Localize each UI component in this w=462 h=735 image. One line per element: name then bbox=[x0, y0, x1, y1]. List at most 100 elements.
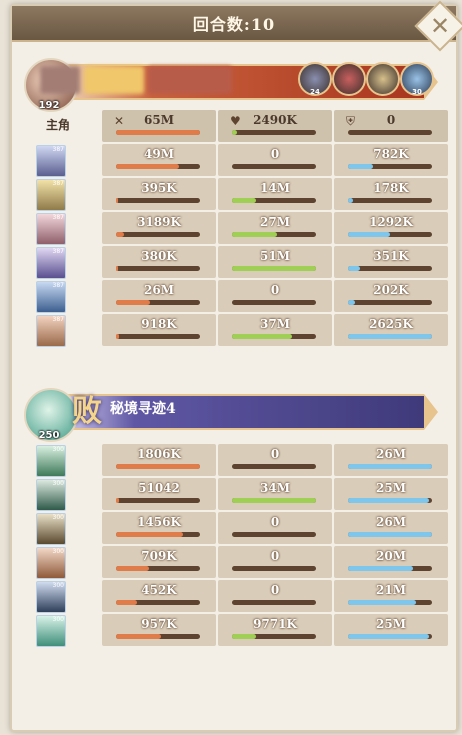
damage-value: 395K bbox=[141, 181, 177, 195]
hero-level: 300 bbox=[52, 616, 64, 623]
damage-bar bbox=[116, 164, 200, 169]
blurred-name-part bbox=[148, 66, 232, 94]
player-hero-row: 387 26M 0 202K bbox=[32, 280, 456, 313]
damage-value: 709K bbox=[141, 549, 177, 563]
player-hero-row: 387 918K 37M 2625K bbox=[32, 314, 456, 347]
heal-value: 0 bbox=[270, 549, 280, 563]
shield-cell: 782K bbox=[334, 144, 448, 176]
player-hero-row: 387 49M 0 782K bbox=[32, 144, 456, 177]
damage-value: 1806K bbox=[137, 447, 181, 461]
heal-bar bbox=[232, 634, 316, 639]
hero-avatar[interactable]: 387 bbox=[36, 281, 66, 313]
hero-level: 300 bbox=[52, 480, 64, 487]
hero-level: 387 bbox=[52, 214, 64, 221]
heal-value: 0 bbox=[270, 583, 280, 597]
shield-bar bbox=[348, 232, 432, 237]
heal-cell: 0 bbox=[218, 546, 332, 578]
damage-value: 380K bbox=[141, 249, 177, 263]
hero-avatar[interactable]: 387 bbox=[36, 145, 66, 177]
skill-icon-4[interactable]: 30 bbox=[400, 62, 434, 96]
damage-bar bbox=[116, 266, 200, 271]
damage-value: 918K bbox=[141, 317, 177, 331]
heal-cell: 14M bbox=[218, 178, 332, 210]
enemy-hero-row: 300 452K 0 21M bbox=[32, 580, 456, 613]
hero-avatar[interactable]: 387 bbox=[36, 179, 66, 211]
skill-icon-1[interactable]: 24 bbox=[298, 62, 332, 96]
player-hero-row: 387 395K 14M 178K bbox=[32, 178, 456, 211]
damage-bar bbox=[116, 232, 200, 237]
shield-value: 2625K bbox=[369, 317, 413, 331]
heal-value: 51M bbox=[260, 249, 290, 263]
skill-icon-2[interactable] bbox=[332, 62, 366, 96]
heal-value: 14M bbox=[260, 181, 290, 195]
shield-cell: 26M bbox=[334, 512, 448, 544]
hero-level: 300 bbox=[52, 514, 64, 521]
damage-bar bbox=[116, 300, 200, 305]
total-shield-cell: ⛨ 0 bbox=[334, 110, 448, 142]
heal-bar bbox=[232, 266, 316, 271]
damage-cell: 51042 bbox=[102, 478, 216, 510]
enemy-name: 秘境寻迹4 bbox=[110, 401, 176, 417]
damage-cell: 1456K bbox=[102, 512, 216, 544]
shield-value: 25M bbox=[376, 481, 406, 495]
round-count-title: 回合数:10 bbox=[12, 6, 456, 42]
hero-level: 387 bbox=[52, 282, 64, 289]
shield-cell: 26M bbox=[334, 444, 448, 476]
heal-value: 34M bbox=[260, 481, 290, 495]
heal-bar bbox=[232, 232, 316, 237]
hero-level: 387 bbox=[52, 146, 64, 153]
enemy-hero-row: 300 957K 9771K 25M bbox=[32, 614, 456, 647]
shield-cell: 351K bbox=[334, 246, 448, 278]
damage-cell: 918K bbox=[102, 314, 216, 346]
skill-icon-3[interactable] bbox=[366, 62, 400, 96]
hero-avatar[interactable]: 300 bbox=[36, 479, 66, 511]
heal-bar bbox=[232, 334, 316, 339]
hero-avatar[interactable]: 387 bbox=[36, 315, 66, 347]
shield-bar bbox=[348, 198, 432, 203]
damage-value: 26M bbox=[144, 283, 174, 297]
damage-value: 51042 bbox=[138, 481, 180, 495]
shield-cell: 21M bbox=[334, 580, 448, 612]
heal-cell: 0 bbox=[218, 580, 332, 612]
hero-avatar[interactable]: 300 bbox=[36, 547, 66, 579]
blurred-name-part bbox=[84, 66, 144, 94]
shield-bar bbox=[348, 266, 432, 271]
enemy-team-banner: 250 败 秘境寻迹4 bbox=[24, 388, 438, 442]
hero-level: 300 bbox=[52, 548, 64, 555]
hero-level: 300 bbox=[52, 446, 64, 453]
heal-value: 0 bbox=[270, 447, 280, 461]
heal-bar bbox=[232, 164, 316, 169]
damage-value: 3189K bbox=[137, 215, 181, 229]
shield-value: 202K bbox=[373, 283, 409, 297]
defeat-label: 败 bbox=[72, 394, 102, 429]
damage-bar bbox=[116, 566, 200, 571]
damage-value: 1456K bbox=[137, 515, 181, 529]
enemy-hero-row: 300 51042 34M 25M bbox=[32, 478, 456, 511]
heal-cell: 0 bbox=[218, 144, 332, 176]
heal-cell: 0 bbox=[218, 280, 332, 312]
hero-avatar[interactable]: 300 bbox=[36, 615, 66, 647]
enemy-hero-row: 300 709K 0 20M bbox=[32, 546, 456, 579]
hero-avatar[interactable]: 387 bbox=[36, 247, 66, 279]
damage-bar bbox=[116, 464, 200, 469]
total-damage: 65M bbox=[144, 113, 174, 127]
damage-cell: 49M bbox=[102, 144, 216, 176]
damage-value: 49M bbox=[144, 147, 174, 161]
hero-avatar[interactable]: 300 bbox=[36, 445, 66, 477]
shield-bar bbox=[348, 566, 432, 571]
damage-bar bbox=[116, 198, 200, 203]
shield-bar bbox=[348, 532, 432, 537]
shield-value: 351K bbox=[373, 249, 409, 263]
hero-avatar[interactable]: 300 bbox=[36, 513, 66, 545]
shield-value: 21M bbox=[376, 583, 406, 597]
shield-bar bbox=[348, 300, 432, 305]
close-icon[interactable]: ✕ bbox=[430, 12, 450, 40]
hero-level: 387 bbox=[52, 248, 64, 255]
hero-avatar[interactable]: 387 bbox=[36, 213, 66, 245]
hero-avatar[interactable]: 300 bbox=[36, 581, 66, 613]
hero-level: 300 bbox=[52, 582, 64, 589]
damage-cell: 957K bbox=[102, 614, 216, 646]
shield-bar bbox=[348, 334, 432, 339]
shield-value: 25M bbox=[376, 617, 406, 631]
heal-bar bbox=[232, 566, 316, 571]
